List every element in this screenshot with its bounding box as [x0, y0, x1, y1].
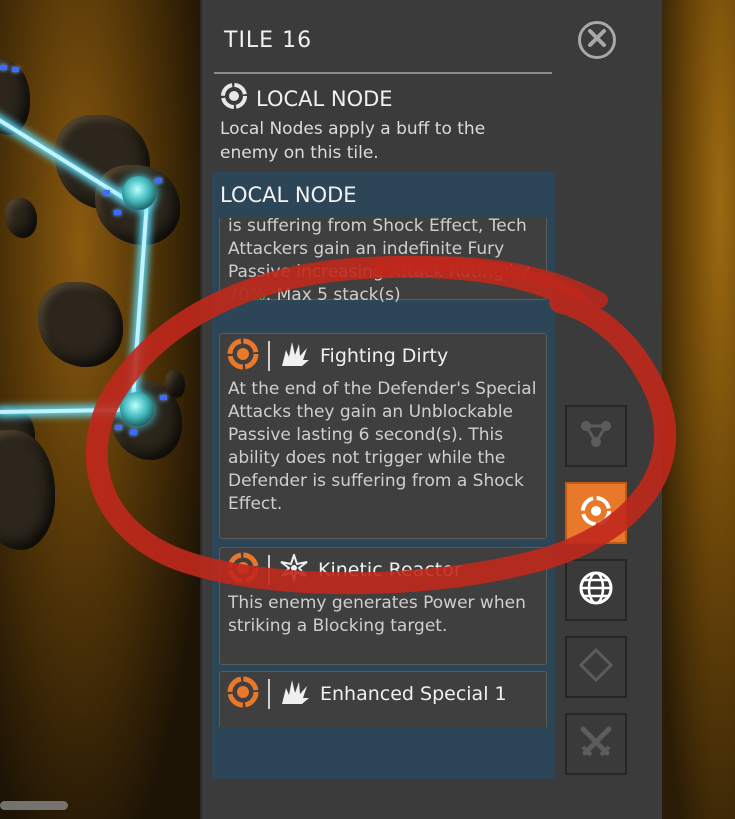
crossed-swords-icon: [577, 723, 615, 765]
divider: [268, 679, 270, 709]
buff-description: At the end of the Defender's Special Att…: [228, 379, 537, 514]
diamond-button[interactable]: [565, 636, 627, 698]
map-node[interactable]: [122, 176, 156, 210]
buff-card[interactable]: is suffering from Shock Effect, Tech Att…: [219, 212, 547, 305]
title-divider: [214, 72, 552, 74]
crystal: [115, 425, 122, 430]
asteroid: [0, 430, 55, 550]
map-scene[interactable]: [0, 0, 200, 819]
node-target-icon: [220, 82, 248, 115]
buff-list[interactable]: is suffering from Shock Effect, Tech Att…: [212, 212, 555, 727]
buff-description: This enemy generates Power when striking…: [228, 593, 526, 636]
buff-value: 70%: [228, 285, 266, 305]
globe-icon: [576, 568, 616, 612]
global-node-button[interactable]: [565, 559, 627, 621]
node-heading-label: LOCAL NODE: [256, 86, 393, 111]
buff-card-fighting-dirty[interactable]: Fighting Dirty At the end of the Defende…: [219, 333, 547, 539]
node-target-icon: [226, 337, 260, 375]
node-description: Local Nodes apply a buff to the enemy on…: [220, 119, 486, 163]
diamond-icon: [578, 647, 614, 687]
buff-name: Fighting Dirty: [320, 345, 449, 367]
buff-card-enhanced-special[interactable]: Enhanced Special 1: [219, 671, 547, 727]
network-icon: [578, 416, 614, 456]
divider: [268, 341, 270, 371]
asteroid: [38, 282, 123, 367]
claw-burst-icon: [280, 678, 310, 710]
crystal: [0, 65, 7, 70]
buff-description: is suffering from Shock Effect, Tech Att…: [228, 216, 530, 305]
crystal: [160, 395, 167, 400]
node-target-icon: [226, 551, 260, 589]
local-node-section: LOCAL NODE is suffering from Shock Effec…: [212, 172, 555, 779]
divider: [268, 555, 270, 585]
map-scene-right: [660, 0, 735, 819]
crystal: [155, 178, 162, 183]
close-button[interactable]: [578, 21, 616, 59]
claw-burst-icon: [280, 340, 310, 372]
crystal: [12, 67, 19, 72]
shock-star-icon: [280, 551, 308, 586]
fight-button[interactable]: [565, 713, 627, 775]
local-node-button[interactable]: [565, 482, 627, 544]
close-icon: [586, 27, 608, 53]
buff-card-kinetic-reactor[interactable]: Kinetic Reactor This enemy generates Pow…: [219, 547, 547, 665]
crystal: [130, 430, 137, 435]
section-header: LOCAL NODE: [212, 172, 555, 218]
network-button[interactable]: [565, 405, 627, 467]
crystal: [114, 210, 121, 215]
horizontal-scrollbar[interactable]: [0, 801, 68, 810]
node-target-icon: [578, 493, 614, 533]
buff-name: Enhanced Special 1: [320, 683, 507, 705]
crystal: [103, 190, 110, 195]
tile-title: TILE 16: [224, 28, 313, 53]
node-heading: LOCAL NODE: [220, 82, 393, 115]
map-node-current[interactable]: [120, 392, 154, 426]
buff-name: Kinetic Reactor: [318, 559, 462, 581]
node-target-icon: [226, 675, 260, 713]
asteroid: [5, 198, 37, 238]
asteroid: [165, 370, 185, 398]
